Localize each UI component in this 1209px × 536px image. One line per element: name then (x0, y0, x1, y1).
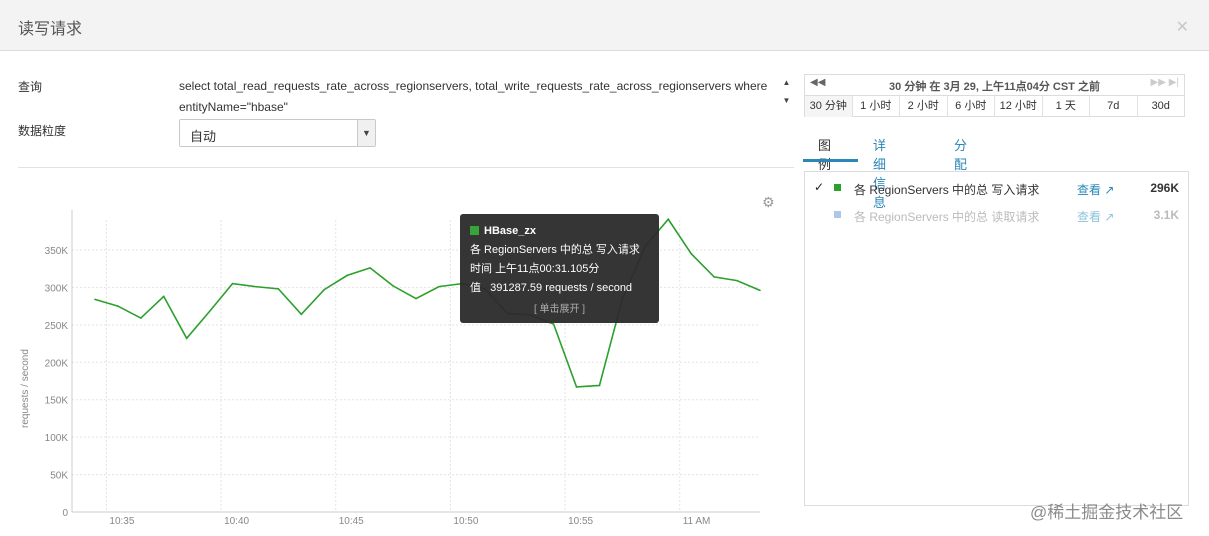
legend-item-value: 296K (1150, 181, 1179, 195)
y-axis-title: requests / second (20, 349, 31, 428)
tooltip-value-label: 值 (470, 282, 481, 294)
time-button-6h[interactable]: 6 小时 (948, 96, 995, 117)
tooltip-time-label: 时间 (470, 263, 492, 275)
x-tick-label: 10:40 (224, 516, 249, 527)
time-button-1h[interactable]: 1 小时 (853, 96, 900, 117)
checkmark-icon[interactable]: ✓ (814, 180, 824, 194)
y-tick-label: 100K (45, 433, 69, 444)
time-button-12h[interactable]: 12 小时 (995, 96, 1043, 117)
data-point (575, 386, 578, 388)
granularity-value: 自动 (190, 129, 217, 144)
view-link[interactable]: 查看 ↗ (1077, 208, 1114, 225)
series-swatch (470, 226, 479, 235)
data-point (162, 295, 165, 298)
data-point (415, 297, 417, 300)
legend-item-value: 3.1K (1153, 208, 1179, 222)
external-link-icon: ↗ (1104, 210, 1115, 224)
tooltip-series: HBase_zx (484, 225, 536, 237)
time-button-1d[interactable]: 1 天 (1043, 96, 1090, 117)
fast-forward-icon[interactable]: ▶▶ ▶| (1151, 77, 1179, 88)
y-tick-label: 250K (45, 321, 69, 332)
data-point (736, 279, 738, 282)
legend-item[interactable]: ✓ 各 RegionServers 中的总 写入请求 查看 ↗ 296K (805, 174, 1188, 198)
data-point (140, 317, 142, 319)
chevron-up-icon[interactable]: ▲ (779, 74, 794, 92)
data-point (208, 310, 211, 313)
x-tick-label: 10:35 (109, 516, 134, 527)
time-button-7d[interactable]: 7d (1090, 96, 1138, 117)
data-point (231, 282, 234, 285)
active-tab-indicator (803, 159, 858, 162)
y-tick-label: 300K (45, 283, 69, 294)
chevron-down-icon[interactable]: ▼ (779, 92, 794, 110)
series-swatch (834, 211, 841, 218)
y-tick-label: 50K (50, 471, 68, 482)
data-point (300, 313, 303, 316)
chart-area: ⚙ 0 50K 100K 150K 200K 250K 300K 350K 10:35 10:40… (0, 170, 795, 536)
data-point (185, 337, 188, 340)
tab-allocation[interactable]: 分配 (954, 135, 967, 173)
divider (18, 167, 794, 168)
data-point (438, 285, 440, 288)
data-point (392, 285, 394, 287)
legend-item[interactable]: 各 RegionServers 中的总 读取请求 查看 ↗ 3.1K (805, 201, 1188, 225)
time-range-label: 30 分钟 在 3月 29, 上午11点04分 CST 之前 (889, 81, 1100, 93)
data-point (117, 305, 119, 307)
time-button-30m[interactable]: 30 分钟 (805, 96, 853, 117)
tooltip-expand-link[interactable]: [ 单击展开 ] (470, 300, 649, 315)
tooltip-value: 391287.59 requests / second (490, 282, 633, 294)
data-point (346, 274, 349, 277)
dialog-title: 读写请求 (18, 21, 83, 38)
data-point (369, 267, 371, 269)
data-point (277, 288, 280, 290)
granularity-label: 数据粒度 (18, 124, 67, 138)
nav-stepper[interactable]: ▲ ▼ (779, 74, 794, 110)
watermark: @稀土掘金技术社区 (1030, 503, 1184, 522)
external-link-icon: ↗ (1104, 183, 1115, 197)
legend-item-name: 各 RegionServers 中的总 读取请求 (854, 210, 1040, 224)
y-tick-label: 350K (45, 246, 69, 257)
legend-panel: ✓ 各 RegionServers 中的总 写入请求 查看 ↗ 296K 各 R… (804, 171, 1189, 506)
data-point (667, 218, 670, 221)
data-point (323, 288, 326, 291)
legend-item-name: 各 RegionServers 中的总 写入请求 (854, 183, 1040, 197)
time-button-30d[interactable]: 30d (1138, 96, 1185, 117)
series-swatch (834, 184, 841, 191)
x-tick-label: 10:50 (453, 516, 478, 527)
close-icon[interactable]: ✕ (1176, 17, 1189, 37)
tooltip-time-value: 上午11点00:31.105分 (495, 263, 600, 275)
x-tick-label: 10:45 (339, 516, 364, 527)
chevron-down-icon: ▼ (357, 120, 375, 146)
line-chart[interactable]: 0 50K 100K 150K 200K 250K 300K 350K 10:35 10:40 10… (0, 170, 795, 536)
tooltip-metric: 各 RegionServers 中的总 写入请求 (470, 244, 640, 256)
data-point (254, 285, 257, 288)
query-label: 查询 (18, 80, 43, 94)
data-point (759, 289, 761, 292)
data-point (713, 276, 715, 278)
y-tick-label: 200K (45, 358, 69, 369)
query-text: select total_read_requests_rate_across_r… (179, 79, 768, 114)
view-link[interactable]: 查看 ↗ (1077, 181, 1114, 198)
data-point (598, 384, 601, 387)
time-button-2h[interactable]: 2 小时 (900, 96, 948, 117)
data-point (94, 298, 96, 301)
x-tick-label: 11 AM (683, 516, 711, 527)
granularity-select[interactable]: 自动 ▼ (179, 119, 376, 147)
dialog-titlebar: 读写请求 ✕ (0, 0, 1209, 51)
y-tick-label: 0 (62, 508, 68, 519)
y-tick-label: 150K (45, 396, 69, 407)
x-tick-label: 10:55 (568, 516, 593, 527)
data-point (552, 323, 555, 325)
tab-legend[interactable]: 图例 (818, 135, 831, 173)
data-point (690, 252, 692, 255)
chart-tooltip[interactable]: HBase_zx 各 RegionServers 中的总 写入请求 时间 上午1… (460, 214, 659, 323)
time-navigator: ◀◀ 30 分钟 在 3月 29, 上午11点04分 CST 之前 ▶▶ ▶| … (804, 74, 1185, 117)
